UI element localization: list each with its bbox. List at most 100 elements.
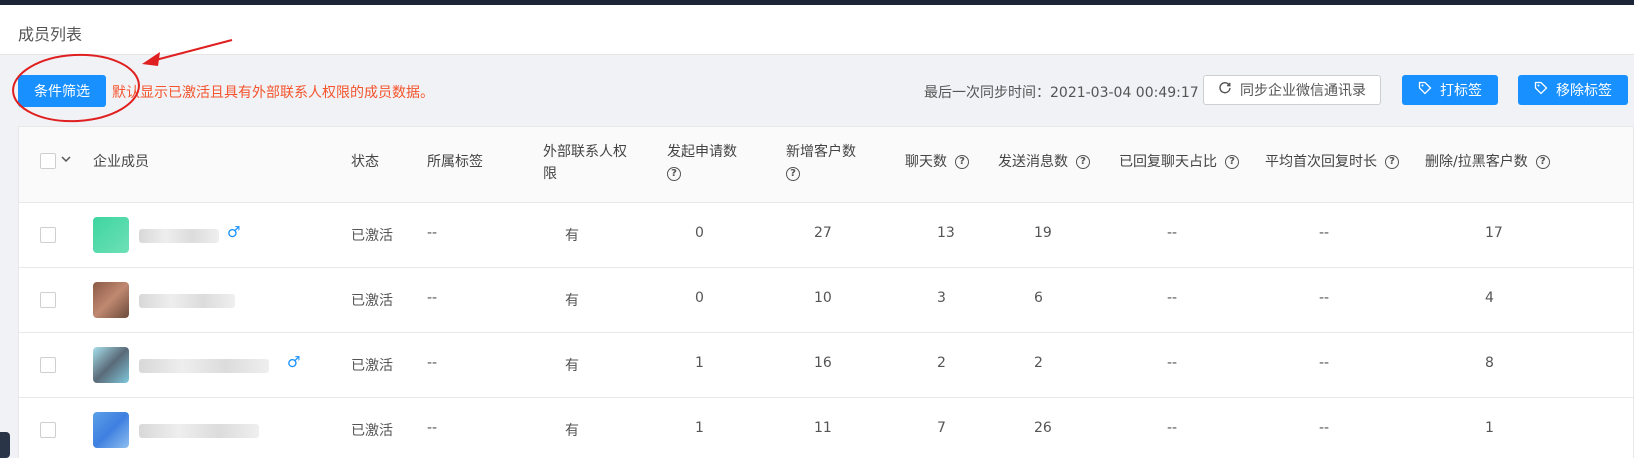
filter-button[interactable]: 条件筛选 — [18, 75, 106, 107]
cell-avg-first-reply: -- — [1319, 225, 1330, 241]
cell-messages: 26 — [1034, 420, 1052, 436]
help-icon[interactable]: ? — [1535, 155, 1550, 169]
help-icon[interactable]: ? — [786, 167, 800, 181]
cell-external: 有 — [565, 293, 579, 309]
filter-hint-text: 默认显示已激活且具有外部联系人权限的成员数据。 — [112, 85, 434, 101]
cell-avg-first-reply: -- — [1319, 420, 1330, 436]
cell-tags: -- — [427, 225, 438, 241]
avatar — [93, 347, 129, 383]
help-icon[interactable]: ? — [1385, 155, 1399, 169]
help-icon[interactable]: ? — [1225, 155, 1239, 169]
header-tags: 所属标签 — [427, 154, 483, 170]
cell-reply-ratio: -- — [1167, 290, 1178, 306]
cell-chats: 3 — [937, 290, 946, 306]
cell-messages: 2 — [1034, 355, 1043, 371]
table-row[interactable]: ♂ 已激活 -- 有 1 16 2 2 -- -- 8 — [19, 333, 1633, 398]
collapse-sidebar-tab[interactable] — [0, 432, 10, 458]
cell-requests: 0 — [695, 290, 704, 306]
header-requests-label: 发起申请数 — [667, 144, 737, 160]
header-new-customers-label: 新增客户数 — [786, 144, 856, 160]
avatar — [93, 217, 129, 253]
header-reply-ratio-label: 已回复聊天占比 — [1119, 154, 1217, 170]
sync-contacts-button[interactable]: 同步企业微信通讯录 — [1203, 75, 1381, 105]
help-icon[interactable]: ? — [955, 155, 969, 169]
cell-deleted: 4 — [1485, 290, 1494, 306]
cell-external: 有 — [565, 423, 579, 439]
cell-deleted: 17 — [1485, 225, 1503, 241]
last-sync-time: 最后一次同步时间：2021-03-04 00:49:17 — [924, 85, 1199, 101]
member-name-blurred — [139, 359, 269, 373]
refresh-icon — [1218, 81, 1232, 99]
cell-tags: -- — [427, 420, 438, 436]
cell-reply-ratio: -- — [1167, 225, 1178, 241]
cell-messages: 6 — [1034, 290, 1043, 306]
help-icon[interactable]: ? — [1076, 155, 1090, 169]
tag-icon — [1534, 81, 1548, 99]
gender-male-icon: ♂ — [227, 223, 241, 241]
header-avg-first-reply-label: 平均首次回复时长 — [1265, 154, 1377, 170]
cell-avg-first-reply: -- — [1319, 355, 1330, 371]
cell-tags: -- — [427, 355, 438, 371]
header-reply-ratio: 已回复聊天占比? — [1119, 151, 1239, 173]
cell-external: 有 — [565, 228, 579, 244]
cell-chats: 7 — [937, 420, 946, 436]
header-status: 状态 — [351, 154, 379, 170]
table-row[interactable]: 已激活 -- 有 0 10 3 6 -- -- 4 — [19, 268, 1633, 333]
cell-requests: 1 — [695, 355, 704, 371]
avatar — [93, 412, 129, 448]
cell-status: 已激活 — [351, 358, 393, 374]
cell-external: 有 — [565, 358, 579, 374]
header-external: 外部联系人权限 — [543, 144, 627, 182]
help-icon[interactable]: ? — [667, 167, 681, 181]
add-tag-button[interactable]: 打标签 — [1402, 75, 1498, 105]
avatar — [93, 282, 129, 318]
chevron-down-icon[interactable] — [60, 153, 72, 169]
header-messages-label: 发送消息数 — [998, 154, 1068, 170]
header-requests: 发起申请数? — [667, 141, 747, 185]
cell-new-customers: 11 — [814, 420, 832, 436]
header-chats: 聊天数? — [905, 151, 969, 173]
cell-status: 已激活 — [351, 293, 393, 309]
cell-deleted: 8 — [1485, 355, 1494, 371]
header-deleted: 删除/拉黑客户数? — [1425, 151, 1550, 173]
cell-tags: -- — [427, 290, 438, 306]
cell-reply-ratio: -- — [1167, 355, 1178, 371]
row-checkbox[interactable] — [40, 292, 56, 308]
page-title: 成员列表 — [18, 25, 83, 44]
member-name-blurred — [139, 229, 219, 243]
member-table: 企业成员 状态 所属标签 外部联系人权限 发起申请数? 新增客户数? 聊天数? … — [18, 126, 1634, 458]
header-avg-first-reply: 平均首次回复时长? — [1265, 151, 1399, 173]
cell-chats: 13 — [937, 225, 955, 241]
title-bar: 成员列表 — [0, 5, 1634, 55]
header-new-customers: 新增客户数? — [786, 141, 866, 185]
table-row[interactable]: 已激活 -- 有 1 11 7 26 -- -- 1 — [19, 398, 1633, 458]
cell-requests: 1 — [695, 420, 704, 436]
header-member: 企业成员 — [93, 154, 149, 170]
cell-requests: 0 — [695, 225, 704, 241]
cell-avg-first-reply: -- — [1319, 290, 1330, 306]
gender-male-icon: ♂ — [287, 353, 301, 371]
header-messages: 发送消息数? — [998, 151, 1090, 173]
row-checkbox[interactable] — [40, 422, 56, 438]
add-tag-label: 打标签 — [1440, 83, 1482, 99]
cell-messages: 19 — [1034, 225, 1052, 241]
row-checkbox[interactable] — [40, 357, 56, 373]
sync-contacts-label: 同步企业微信通讯录 — [1240, 83, 1366, 99]
cell-new-customers: 16 — [814, 355, 832, 371]
cell-reply-ratio: -- — [1167, 420, 1178, 436]
table-row[interactable]: ♂ 已激活 -- 有 0 27 13 19 -- -- 17 — [19, 203, 1633, 268]
select-all-checkbox[interactable] — [40, 153, 56, 169]
remove-tag-label: 移除标签 — [1556, 83, 1612, 99]
table-header: 企业成员 状态 所属标签 外部联系人权限 发起申请数? 新增客户数? 聊天数? … — [19, 127, 1633, 203]
member-name-blurred — [139, 424, 259, 438]
cell-status: 已激活 — [351, 423, 393, 439]
member-name-blurred — [139, 294, 235, 308]
row-checkbox[interactable] — [40, 227, 56, 243]
cell-deleted: 1 — [1485, 420, 1494, 436]
cell-chats: 2 — [937, 355, 946, 371]
header-chats-label: 聊天数 — [905, 154, 947, 170]
cell-status: 已激活 — [351, 228, 393, 244]
remove-tag-button[interactable]: 移除标签 — [1518, 75, 1628, 105]
cell-new-customers: 10 — [814, 290, 832, 306]
header-deleted-label: 删除/拉黑客户数 — [1425, 154, 1528, 170]
